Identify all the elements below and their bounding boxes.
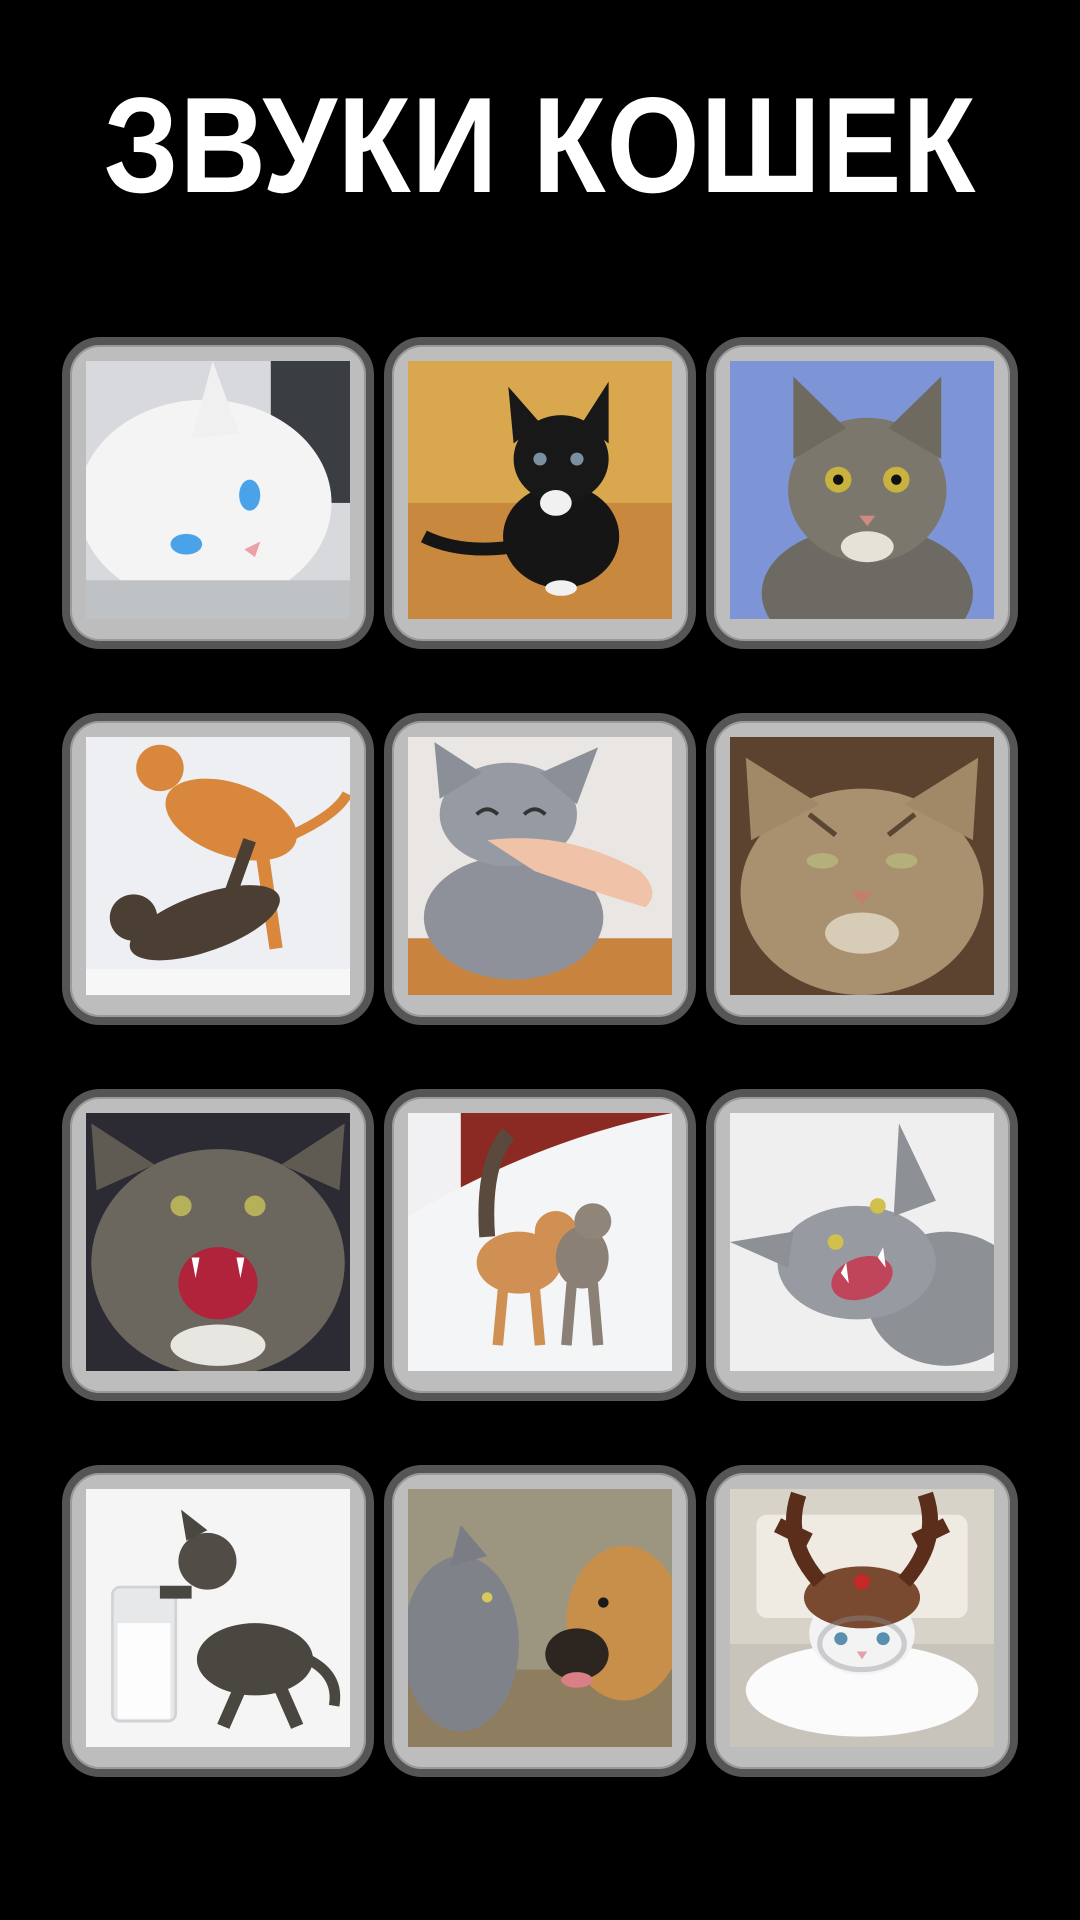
fighting-cats-photo xyxy=(86,737,350,995)
app-title: ЗВУКИ КОШЕК xyxy=(103,69,977,221)
black-kitten-photo xyxy=(408,361,672,619)
sound-button-cat-dog[interactable] xyxy=(384,1465,696,1777)
angry-gray-cat-photo xyxy=(730,1113,994,1371)
sound-button-reindeer-cat[interactable] xyxy=(706,1465,1018,1777)
white-blue-eyed-cat-photo xyxy=(86,361,350,619)
sound-button-grid xyxy=(62,337,1018,1777)
sound-button-cats-snow[interactable] xyxy=(384,1089,696,1401)
cats-in-snow-photo xyxy=(408,1113,672,1371)
sound-button-tabby-cat[interactable] xyxy=(706,337,1018,649)
sound-button-fighting-cats[interactable] xyxy=(62,713,374,1025)
sound-button-kitten-milk[interactable] xyxy=(62,1465,374,1777)
sound-button-black-kitten[interactable] xyxy=(384,337,696,649)
cat-reindeer-hat-photo xyxy=(730,1489,994,1747)
cat-and-dog-photo xyxy=(408,1489,672,1747)
purring-gray-cat-photo xyxy=(408,737,672,995)
hissing-tabby-cat-photo xyxy=(86,1113,350,1371)
sound-button-angry-cat[interactable] xyxy=(706,1089,1018,1401)
grumpy-tabby-cat-photo xyxy=(730,737,994,995)
sound-button-white-cat[interactable] xyxy=(62,337,374,649)
kitten-milk-glass-photo xyxy=(86,1489,350,1747)
sound-button-purring-cat[interactable] xyxy=(384,713,696,1025)
sound-button-hissing-cat[interactable] xyxy=(62,1089,374,1401)
sound-button-grumpy-cat[interactable] xyxy=(706,713,1018,1025)
tabby-cat-portrait-photo xyxy=(730,361,994,619)
